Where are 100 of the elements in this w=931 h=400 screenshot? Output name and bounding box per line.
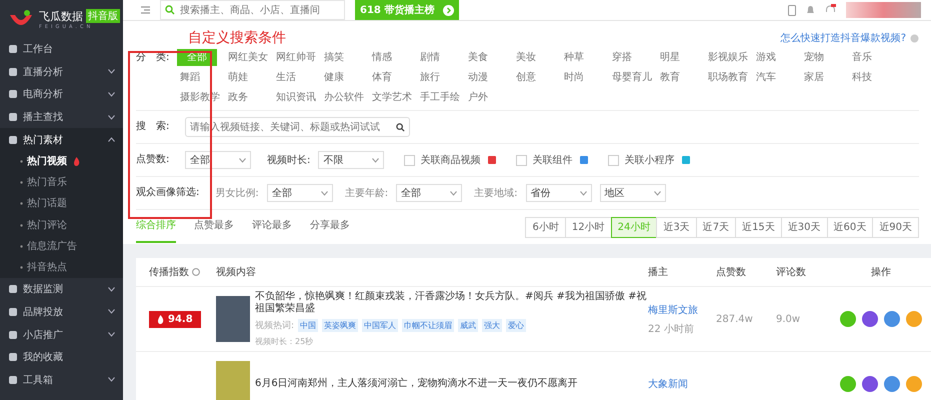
sort-tab[interactable]: 评论最多	[252, 211, 292, 243]
author-link[interactable]: 梅里斯文旅	[648, 302, 716, 316]
time-range-button[interactable]: 近60天	[826, 216, 874, 238]
category-option[interactable]: 音乐	[849, 49, 875, 66]
column-header: 点赞数	[716, 266, 747, 279]
category-option[interactable]: 美妆	[513, 49, 539, 66]
sidebar-subitem[interactable]: 抖音热点	[0, 256, 123, 278]
video-thumbnail-placeholder[interactable]	[216, 296, 250, 342]
hot-word-tag[interactable]: 爱心	[506, 319, 526, 332]
audience-select[interactable]: 全部	[266, 184, 333, 202]
category-option[interactable]: 美食	[465, 49, 491, 66]
logo-name: 飞瓜数据	[39, 8, 83, 24]
checkbox[interactable]	[608, 154, 620, 166]
category-option[interactable]: 户外	[465, 89, 491, 106]
sidebar-subitem[interactable]: 热门视频	[0, 150, 123, 172]
user-avatar-placeholder[interactable]	[846, 2, 921, 18]
category-option[interactable]: 网红帅哥	[273, 49, 319, 66]
category-option[interactable]: 教育	[657, 69, 683, 86]
category-option[interactable]: 剧情	[417, 49, 443, 66]
menu-icon[interactable]	[141, 6, 150, 14]
checkbox-label: 关联组件	[532, 154, 572, 167]
category-option[interactable]: 母婴育儿	[609, 69, 655, 86]
sidebar-item[interactable]: 直播分析	[0, 60, 123, 84]
time-range-button[interactable]: 近30天	[780, 216, 828, 238]
sidebar-subitem[interactable]: 热门话题	[0, 193, 123, 215]
category-option[interactable]: 体育	[369, 69, 395, 86]
sort-tab[interactable]: 分享最多	[310, 211, 350, 243]
filter-label: 男女比例:	[215, 186, 259, 200]
time-range-button[interactable]: 近15天	[735, 216, 782, 238]
category-option[interactable]: 时尚	[561, 69, 587, 86]
duration-select[interactable]: 不限	[318, 151, 384, 169]
audience-select[interactable]: 地区	[600, 184, 666, 202]
video-title[interactable]: 不负韶华，惊艳飒爽！红颜束戎装，汗香露沙场！女兵方队。#阅兵 #我为祖国骄傲 #祝祖国繁荣昌盛	[255, 291, 648, 315]
bullet-icon	[20, 266, 23, 269]
hot-word-tag[interactable]: 巾帼不让须眉	[402, 319, 454, 332]
time-range-button[interactable]: 6小时	[525, 216, 566, 238]
sidebar-item[interactable]: 小店推广	[0, 323, 123, 346]
category-option[interactable]: 穿搭	[609, 49, 635, 66]
hot-word-tag[interactable]: 英姿飒爽	[322, 319, 358, 332]
sidebar-subitem[interactable]: 信息流广告	[0, 236, 123, 257]
category-option[interactable]: 手工手绘	[417, 89, 463, 106]
bell-icon[interactable]	[806, 5, 815, 15]
category-option[interactable]: 办公软件	[321, 89, 367, 106]
help-icon[interactable]	[910, 34, 919, 42]
category-option[interactable]: 种草	[561, 49, 587, 66]
hot-word-tag[interactable]: 中国	[298, 319, 318, 332]
sort-tab[interactable]: 点赞最多	[194, 211, 234, 243]
category-option[interactable]: 知识资讯	[273, 89, 319, 106]
video-title[interactable]: 6月6日河南郑州，主人落须河溺亡，宠物狗滴水不进一天一夜仍不愿离开	[255, 378, 578, 390]
category-option[interactable]: 家居	[801, 69, 827, 86]
category-option[interactable]: 宠物	[801, 49, 827, 66]
time-range-button[interactable]: 近90天	[872, 216, 919, 238]
category-option[interactable]: 汽车	[753, 69, 779, 86]
category-option[interactable]: 影视娱乐	[705, 49, 751, 66]
filter-label: 主要年龄:	[344, 186, 388, 200]
category-option[interactable]: 职场教育	[705, 69, 751, 86]
category-option[interactable]: 动漫	[465, 69, 491, 86]
audience-select[interactable]: 省份	[526, 184, 592, 202]
category-option[interactable]: 文学艺术	[369, 89, 415, 106]
time-range-button[interactable]: 近7天	[696, 216, 736, 238]
phone-icon[interactable]	[788, 4, 796, 16]
sidebar-item[interactable]: 数据监测	[0, 278, 123, 301]
category-option[interactable]: 健康	[321, 69, 347, 86]
category-option[interactable]: 游戏	[753, 49, 779, 66]
time-range-button[interactable]: 近3天	[656, 216, 697, 238]
category-option[interactable]: 搞笑	[321, 49, 347, 66]
sidebar-item[interactable]: 工具箱	[0, 368, 123, 392]
checkbox[interactable]	[516, 154, 528, 166]
bullet-icon	[20, 160, 23, 164]
likes-count: 287.4w	[716, 314, 753, 324]
chevron-icon	[108, 114, 115, 120]
category-option[interactable]: 情感	[369, 49, 395, 66]
hot-word-tag[interactable]: 强大	[482, 319, 502, 332]
sidebar-item[interactable]: 我的收藏	[0, 346, 123, 368]
hot-word-tag[interactable]: 威武	[458, 319, 478, 332]
category-option[interactable]: 网红美女	[225, 49, 271, 66]
checkbox[interactable]	[404, 154, 416, 166]
category-option[interactable]: 政务	[225, 89, 251, 106]
sidebar-item[interactable]: 电商分析	[0, 83, 123, 106]
sidebar-subitem[interactable]: 热门评论	[0, 214, 123, 236]
hot-word-tag[interactable]: 中国军人	[362, 319, 398, 332]
help-link[interactable]: 怎么快速打造抖音爆款视频?	[780, 31, 906, 45]
category-option[interactable]: 创意	[513, 69, 539, 86]
category-option[interactable]: 明星	[657, 49, 683, 66]
video-thumbnail-placeholder[interactable]	[216, 361, 250, 400]
sidebar-item[interactable]: 播主查找	[0, 106, 123, 128]
sidebar-subitem[interactable]: 热门音乐	[0, 172, 123, 194]
sidebar-item[interactable]: 热门素材	[0, 128, 123, 151]
category-option[interactable]: 萌娃	[225, 69, 251, 86]
author-link[interactable]: 大象新闻	[648, 377, 716, 391]
category-option[interactable]: 舞蹈	[177, 69, 203, 86]
category-option[interactable]: 科技	[849, 69, 875, 86]
bullet-icon	[20, 244, 23, 248]
audience-select[interactable]: 全部	[396, 184, 462, 202]
category-option[interactable]: 旅行	[417, 69, 443, 86]
category-option[interactable]: 生活	[273, 69, 299, 86]
sidebar-item[interactable]: 品牌投放	[0, 300, 123, 324]
likes-select[interactable]: 全部	[185, 151, 251, 169]
sidebar-item[interactable]: 工作台	[0, 38, 123, 61]
help-icon[interactable]	[192, 268, 200, 276]
